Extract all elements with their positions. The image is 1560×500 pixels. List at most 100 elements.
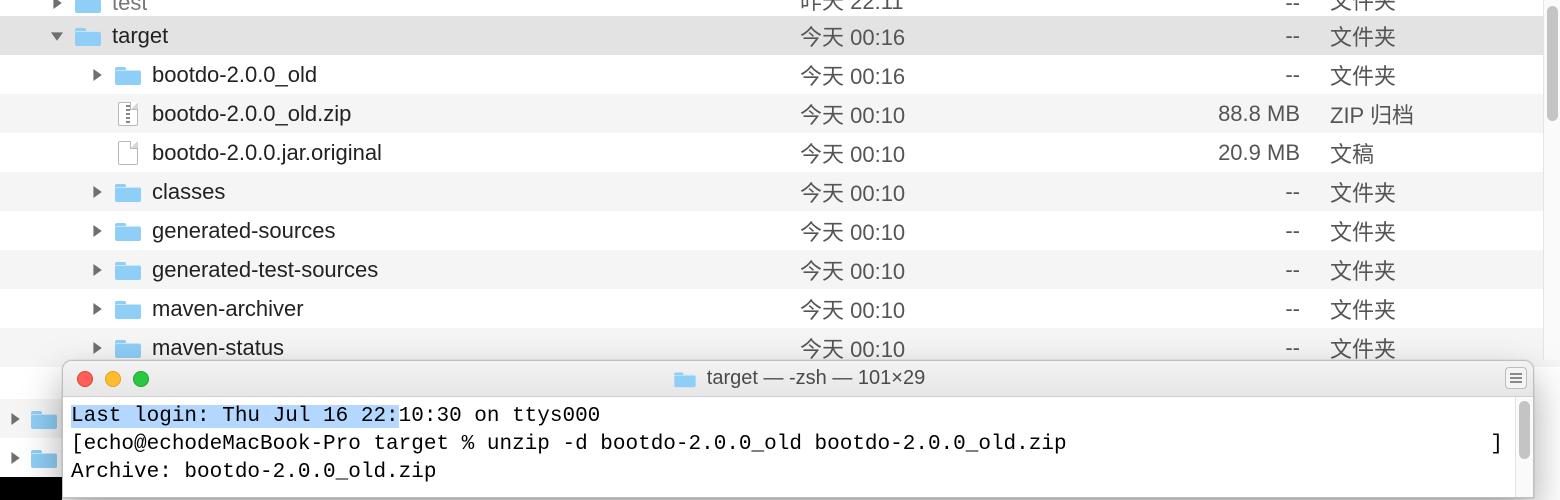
zoom-button[interactable] (133, 371, 149, 387)
file-name: bootdo-2.0.0_old.zip (152, 101, 351, 127)
file-name: bootdo-2.0.0.jar.original (152, 140, 382, 166)
folder-icon (30, 446, 58, 470)
traffic-lights (63, 371, 149, 387)
file-row[interactable]: target 今天 00:16--文件夹 (0, 16, 1560, 55)
cell-date: 今天 00:10 (800, 332, 1190, 364)
cell-kind: 文件夹 (1310, 59, 1560, 91)
close-button[interactable] (77, 371, 93, 387)
cell-kind: 文稿 (1310, 137, 1560, 169)
disclosure-right-icon (8, 451, 22, 465)
cell-size: 88.8 MB (1190, 101, 1310, 127)
disclosure-right-icon[interactable] (90, 185, 104, 199)
cell-date: 今天 00:10 (800, 137, 1190, 169)
behind-row (0, 438, 62, 477)
folder-icon (114, 219, 142, 243)
file-row[interactable]: generated-test-sources今天 00:10--文件夹 (0, 250, 1560, 289)
disclosure-right-icon[interactable] (90, 68, 104, 82)
cell-kind: 文件夹 (1310, 0, 1560, 16)
cell-name[interactable]: bootdo-2.0.0_old.zip (0, 101, 800, 127)
cell-kind: 文件夹 (1310, 176, 1560, 208)
terminal-line: [echo@echodeMacBook-Pro target % unzip -… (71, 431, 1525, 459)
cell-size: -- (1190, 257, 1310, 283)
cell-name[interactable]: test (0, 0, 800, 16)
cell-date: 今天 00:16 (800, 59, 1190, 91)
terminal-titlebar[interactable]: target — -zsh — 101×29 (63, 361, 1533, 397)
finder-scrollbar[interactable] (1543, 0, 1560, 360)
cell-name[interactable]: bootdo-2.0.0_old (0, 62, 800, 88)
folder-icon (30, 407, 58, 431)
folder-icon (114, 63, 142, 87)
finder-scrollbar-thumb[interactable] (1547, 6, 1558, 121)
cell-size: -- (1190, 218, 1310, 244)
cell-size: -- (1190, 23, 1310, 49)
cell-size: -- (1190, 0, 1310, 16)
cell-name[interactable]: target (0, 23, 800, 49)
cell-name[interactable]: classes (0, 179, 800, 205)
behind-row (0, 399, 62, 438)
cell-date: 今天 00:10 (800, 254, 1190, 286)
cell-date: 昨天 22:11 (800, 0, 1190, 16)
behind-row (0, 477, 62, 500)
cell-date: 今天 00:10 (800, 215, 1190, 247)
disclosure-right-icon[interactable] (50, 0, 64, 10)
terminal-selection: Last login: Thu Jul 16 22: (71, 405, 399, 428)
finder-rows-behind-terminal (0, 360, 62, 500)
disclosure-right-icon[interactable] (90, 302, 104, 316)
file-row[interactable]: test 昨天 22:11--文件夹 (0, 0, 1560, 16)
file-row[interactable]: bootdo-2.0.0.jar.original 今天 00:1020.9 MB… (0, 133, 1560, 172)
file-name: generated-test-sources (152, 257, 378, 283)
panel-toggle-icon (1510, 373, 1522, 383)
terminal-title: target — -zsh — 101×29 (63, 367, 1533, 391)
terminal-command: unzip -d bootdo-2.0.0_old bootdo-2.0.0_o… (487, 433, 1067, 456)
minimize-button[interactable] (105, 371, 121, 387)
disclosure-down-icon[interactable] (50, 29, 64, 43)
file-row[interactable]: bootdo-2.0.0_old 今天 00:16--文件夹 (0, 55, 1560, 94)
cell-size: -- (1190, 62, 1310, 88)
panel-toggle-button[interactable] (1505, 367, 1527, 389)
folder-icon (114, 180, 142, 204)
cell-kind: 文件夹 (1310, 293, 1560, 325)
cell-kind: 文件夹 (1310, 215, 1560, 247)
terminal-title-text: target — -zsh — 101×29 (707, 367, 925, 390)
cell-name[interactable]: generated-test-sources (0, 257, 800, 283)
cell-size: -- (1190, 296, 1310, 322)
cell-name[interactable]: bootdo-2.0.0.jar.original (0, 140, 800, 166)
file-row[interactable]: classes今天 00:10--文件夹 (0, 172, 1560, 211)
folder-icon (114, 336, 142, 360)
cell-date: 今天 00:10 (800, 176, 1190, 208)
file-row[interactable]: bootdo-2.0.0_old.zip 今天 00:1088.8 MBZIP 归… (0, 94, 1560, 133)
zip-file-icon (114, 102, 142, 126)
terminal-line: Last login: Thu Jul 16 22:10:30 on ttys0… (71, 403, 1525, 431)
terminal-window[interactable]: target — -zsh — 101×29 Last login: Thu J… (62, 360, 1534, 498)
disclosure-right-icon[interactable] (90, 341, 104, 355)
file-icon (114, 141, 142, 165)
terminal-prompt: echo@echodeMacBook-Pro target % (84, 433, 487, 456)
cell-kind: 文件夹 (1310, 332, 1560, 364)
file-row[interactable]: generated-sources 今天 00:10--文件夹 (0, 211, 1560, 250)
terminal-scrollbar[interactable] (1515, 397, 1533, 497)
cell-kind: 文件夹 (1310, 20, 1560, 52)
file-name: bootdo-2.0.0_old (152, 62, 317, 88)
folder-icon (114, 297, 142, 321)
terminal-scrollbar-thumb[interactable] (1519, 401, 1530, 459)
disclosure-right-icon[interactable] (90, 224, 104, 238)
file-name: test (112, 0, 147, 16)
cell-date: 今天 00:10 (800, 98, 1190, 130)
file-name: target (112, 23, 168, 49)
cell-size: -- (1190, 179, 1310, 205)
cell-size: 20.9 MB (1190, 140, 1310, 166)
file-name: maven-status (152, 335, 284, 361)
file-name: generated-sources (152, 218, 335, 244)
cell-name[interactable]: maven-status (0, 335, 800, 361)
file-row[interactable]: maven-archiver今天 00:10--文件夹 (0, 289, 1560, 328)
disclosure-none (90, 107, 104, 121)
disclosure-right-icon[interactable] (90, 263, 104, 277)
folder-icon (114, 258, 142, 282)
cell-name[interactable]: generated-sources (0, 218, 800, 244)
cell-kind: ZIP 归档 (1310, 98, 1560, 130)
behind-row (0, 360, 62, 399)
terminal-line: Archive: bootdo-2.0.0_old.zip (71, 459, 1525, 487)
cell-date: 今天 00:16 (800, 20, 1190, 52)
terminal-body[interactable]: Last login: Thu Jul 16 22:10:30 on ttys0… (63, 397, 1533, 497)
cell-name[interactable]: maven-archiver (0, 296, 800, 322)
